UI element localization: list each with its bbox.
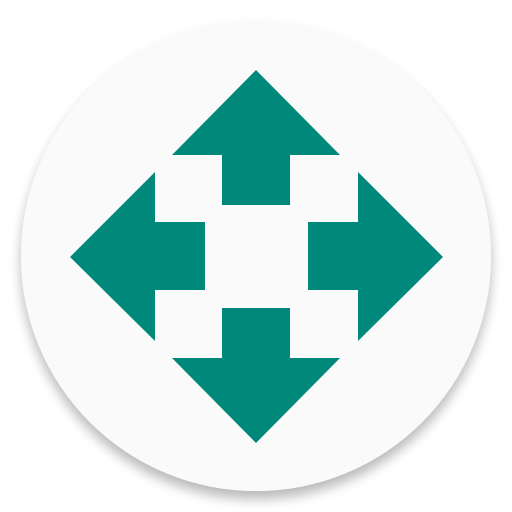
move-arrows-app-icon (21, 21, 491, 491)
app-icon-canvas (0, 0, 512, 512)
